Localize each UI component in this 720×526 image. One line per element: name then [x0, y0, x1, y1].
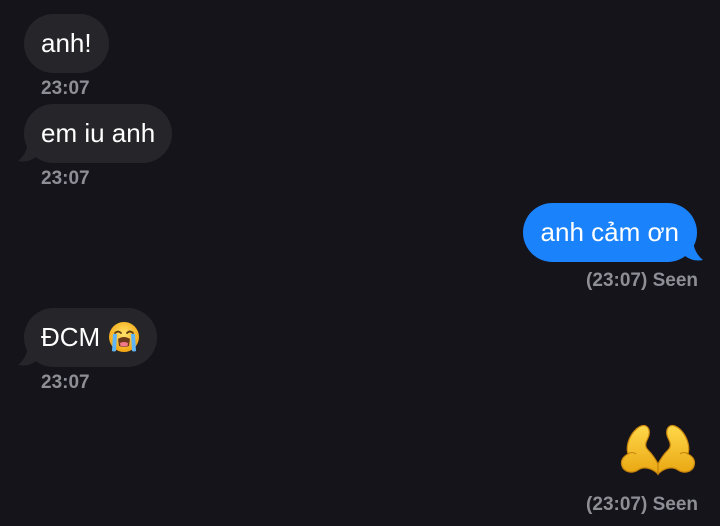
message-bubble-incoming[interactable]: em iu anh — [24, 104, 173, 163]
message-text: anh cảm ơn — [540, 217, 679, 247]
message-bubble-incoming[interactable]: ĐCM — [24, 308, 158, 367]
message-seen-status: (23:07) Seen — [586, 270, 698, 291]
message-timestamp: 23:07 — [41, 372, 90, 393]
heart-hands-icon[interactable] — [618, 418, 698, 478]
message-bubble-incoming[interactable]: anh! — [24, 14, 109, 73]
message-text: ĐCM — [41, 322, 101, 352]
bubble-tail — [18, 347, 36, 366]
message-timestamp: 23:07 — [41, 168, 90, 189]
bubble-tail — [685, 242, 703, 261]
message-timestamp: 23:07 — [41, 78, 90, 99]
message-text: anh! — [41, 28, 92, 58]
message-seen-status: (23:07) Seen — [586, 494, 698, 515]
bubble-tail — [18, 143, 36, 162]
message-text: em iu anh — [41, 118, 156, 148]
message-bubble-outgoing[interactable]: anh cảm ơn — [522, 203, 697, 262]
loudly-crying-face-icon — [109, 322, 140, 352]
